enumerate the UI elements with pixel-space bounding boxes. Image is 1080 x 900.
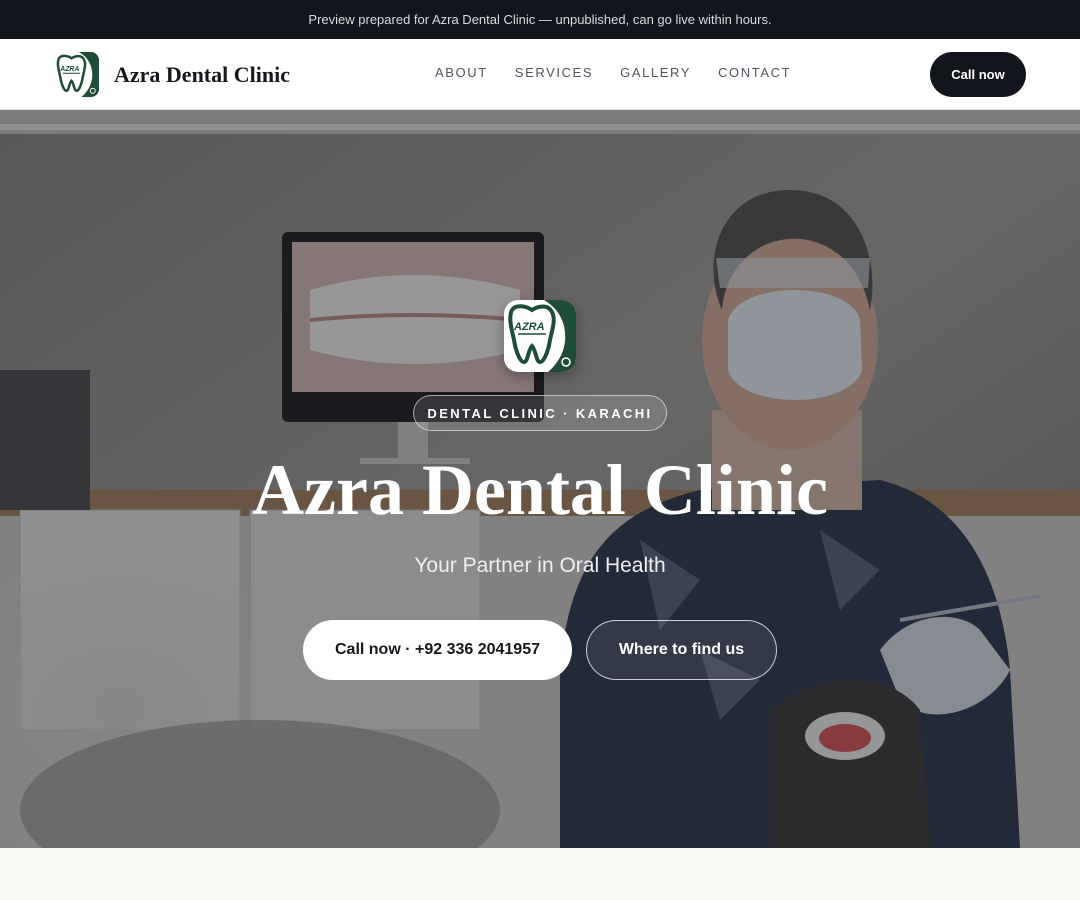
nav-contact[interactable]: CONTACT [718, 65, 791, 80]
brand-name: Azra Dental Clinic [114, 61, 290, 87]
svg-text:AZRA: AZRA [59, 66, 79, 73]
where-to-find-us-button[interactable]: Where to find us [586, 620, 777, 680]
preview-banner: Preview prepared for Azra Dental Clinic … [0, 0, 1080, 39]
hero-section: AZRA DENTAL CLINIC · KARACHI Azra Dental… [0, 110, 1080, 848]
call-now-button[interactable]: Call now [930, 52, 1026, 97]
brand[interactable]: AZRA Azra Dental Clinic [54, 52, 290, 97]
next-section [0, 848, 1080, 900]
nav-gallery[interactable]: GALLERY [620, 65, 691, 80]
hero-subtitle: Your Partner in Oral Health [414, 554, 666, 577]
tooth-logo-icon: AZRA [54, 52, 99, 97]
svg-text:AZRA: AZRA [513, 321, 545, 333]
tooth-logo-icon: AZRA [504, 300, 576, 372]
preview-banner-text: Preview prepared for Azra Dental Clinic … [308, 12, 772, 27]
hero-title: Azra Dental Clinic [252, 450, 828, 530]
nav-services[interactable]: SERVICES [515, 65, 593, 80]
hero-tagline-badge: DENTAL CLINIC · KARACHI [413, 395, 667, 431]
site-header: AZRA Azra Dental Clinic ABOUT SERVICES G… [0, 39, 1080, 110]
main-nav: ABOUT SERVICES GALLERY CONTACT [435, 65, 791, 80]
nav-about[interactable]: ABOUT [435, 65, 488, 80]
call-phone-button[interactable]: Call now · +92 336 2041957 [303, 620, 572, 680]
